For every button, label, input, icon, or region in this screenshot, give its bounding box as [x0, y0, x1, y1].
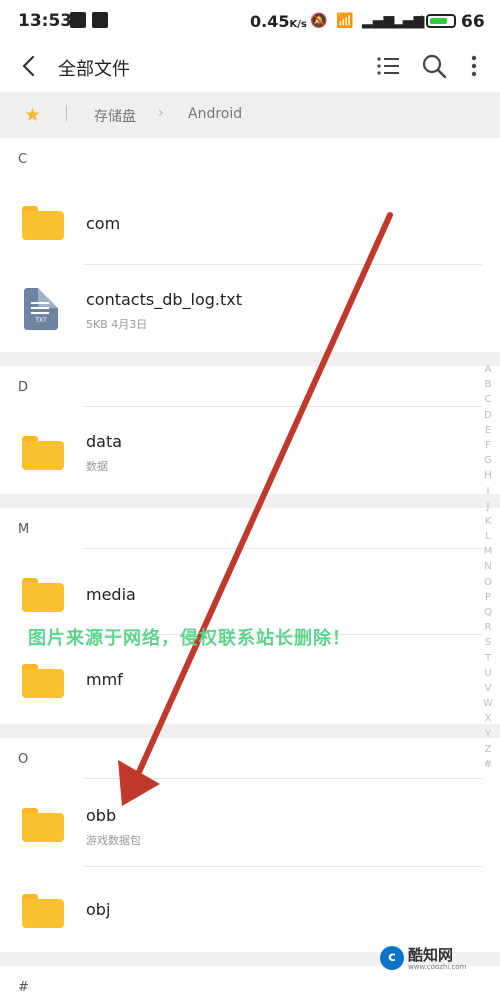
logo-badge-icon: c: [380, 946, 404, 970]
watermark-text: 图片来源于网络，侵权联系站长删除！: [28, 628, 351, 649]
site-logo: c 酷知网 www.coozhi.com: [372, 942, 472, 978]
annotation-arrow: [118, 212, 393, 806]
